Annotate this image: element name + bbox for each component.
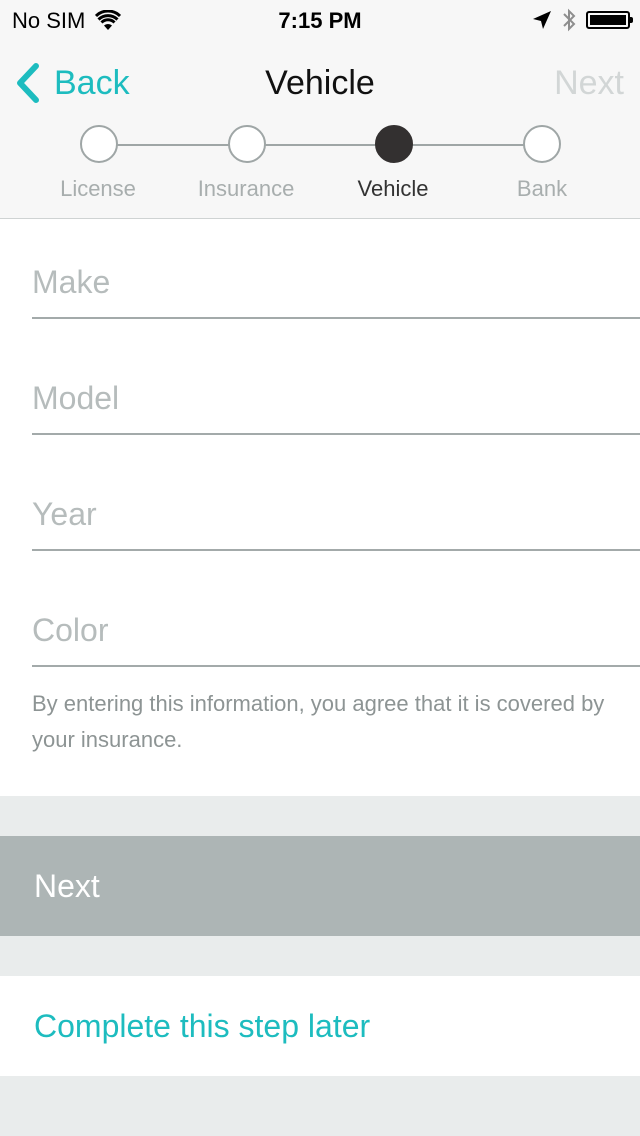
model-input[interactable] [32,363,640,439]
stepper-track [98,144,542,146]
step-label-license: License [60,176,136,201]
next-button[interactable]: Next [0,836,640,936]
page-title: Vehicle [265,64,375,102]
vehicle-form: By entering this information, you agree … [0,219,640,796]
location-arrow-icon [533,11,551,29]
step-dot-license [80,125,118,163]
color-input[interactable] [32,595,640,671]
status-icons [532,8,633,32]
header-area: No SIM 7:15 PM Back Vehicle Next License… [0,0,640,219]
model-field-container [32,363,640,439]
year-field-container [32,479,640,555]
complete-later-button[interactable]: Complete this step later [0,976,640,1076]
step-dot-bank [523,125,561,163]
step-label-bank: Bank [516,176,568,201]
status-bar: No SIM 7:15 PM [0,0,640,40]
insurance-disclaimer: By entering this information, you agree … [32,691,605,752]
make-input[interactable] [32,247,640,323]
next-button-label: Next [34,867,100,904]
year-input[interactable] [32,479,640,555]
step-label-insurance: Insurance [197,176,295,201]
battery-icon [586,11,633,29]
step-dot-insurance [228,125,266,163]
bluetooth-icon [563,8,576,32]
nav-next-button[interactable]: Next [554,64,624,103]
complete-later-label: Complete this step later [34,1007,371,1044]
step-label-vehicle: Vehicle [357,176,429,201]
make-field-container [32,247,640,323]
color-field-container [32,595,640,671]
step-dot-vehicle [375,125,413,163]
